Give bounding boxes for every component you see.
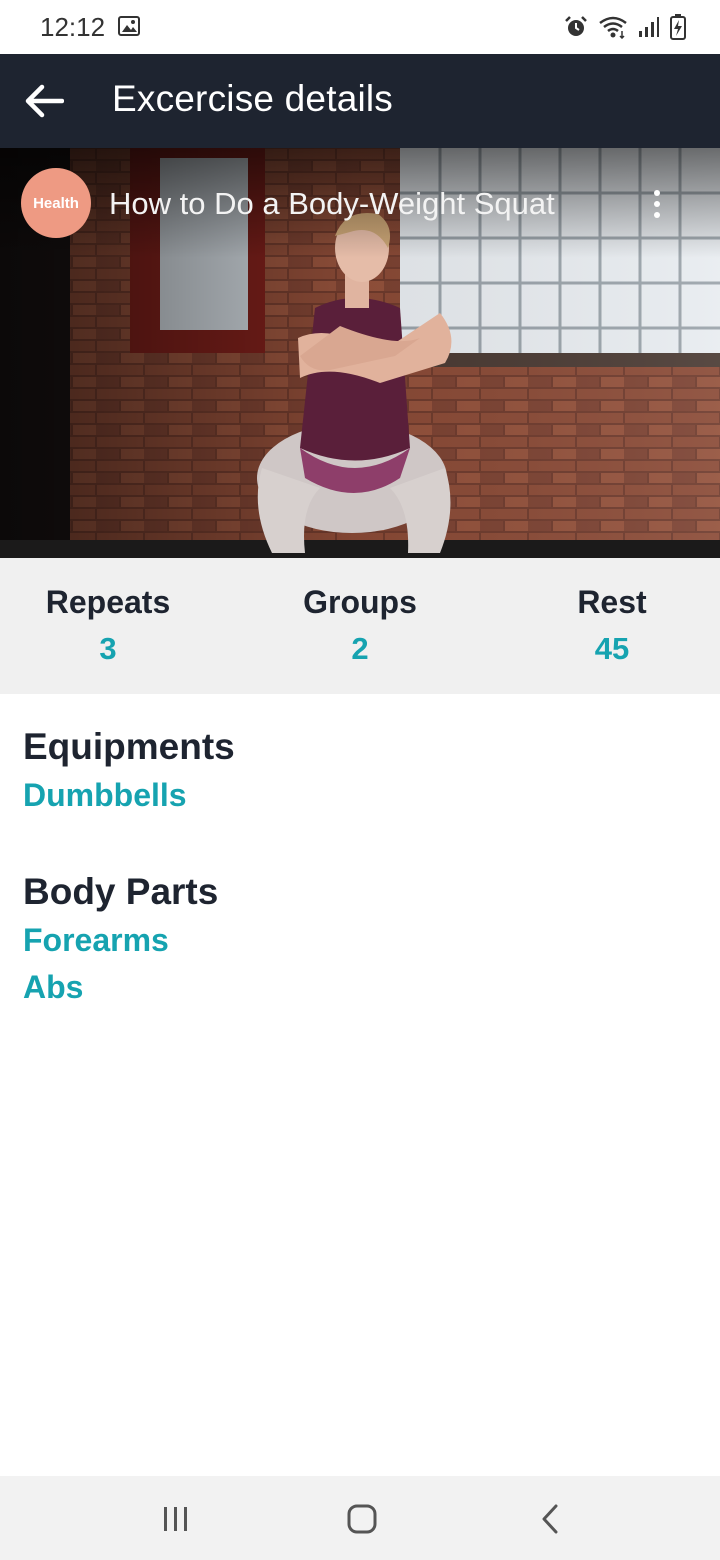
status-bar: 12:12 [0,0,720,54]
stat-label: Groups [303,584,417,620]
recents-icon [164,1507,187,1531]
body-parts-heading: Body Parts [23,871,219,912]
system-back-button[interactable] [520,1496,580,1542]
wifi-icon [599,16,627,39]
home-button[interactable] [332,1496,392,1542]
body-part-item: Abs [23,969,84,1005]
channel-avatar[interactable]: Health [21,168,91,238]
stat-value: 2 [351,631,369,666]
recents-button[interactable] [146,1496,206,1542]
stat-value: 45 [594,631,630,666]
back-icon [542,1504,558,1534]
arrow-left-icon [25,84,64,118]
status-icons [564,14,686,40]
stat-repeats: Repeats 3 [0,584,218,667]
signal-icon [639,17,659,37]
stat-groups: Groups 2 [250,584,470,667]
status-time: 12:12 [40,12,106,42]
channel-name: Health [33,194,79,212]
home-icon [347,1504,377,1534]
body-part-item: Forearms [23,922,169,958]
video-player[interactable]: Health How to Do a Body-Weight Squat [0,148,720,558]
page-title: Excercise details [112,78,394,119]
stat-rest: Rest 45 [502,584,720,667]
alarm-icon [565,16,587,36]
stat-label: Repeats [45,584,171,620]
app-bar: Excercise details [0,54,720,148]
back-button[interactable] [14,68,74,134]
gallery-icon [118,16,140,36]
battery-charging-icon [670,14,686,40]
stat-value: 3 [99,631,117,666]
equipment-item: Dumbbells [23,777,187,813]
stats-panel: Repeats 3 Groups 2 Rest 45 [0,558,720,694]
system-nav-bar [0,1476,720,1560]
more-vertical-icon[interactable] [640,182,674,226]
screen: 12:12 Excercise details Health How to Do… [0,0,720,1560]
equipments-heading: Equipments [23,726,235,767]
video-title[interactable]: How to Do a Body-Weight Squat [109,186,629,222]
stat-label: Rest [577,584,647,620]
